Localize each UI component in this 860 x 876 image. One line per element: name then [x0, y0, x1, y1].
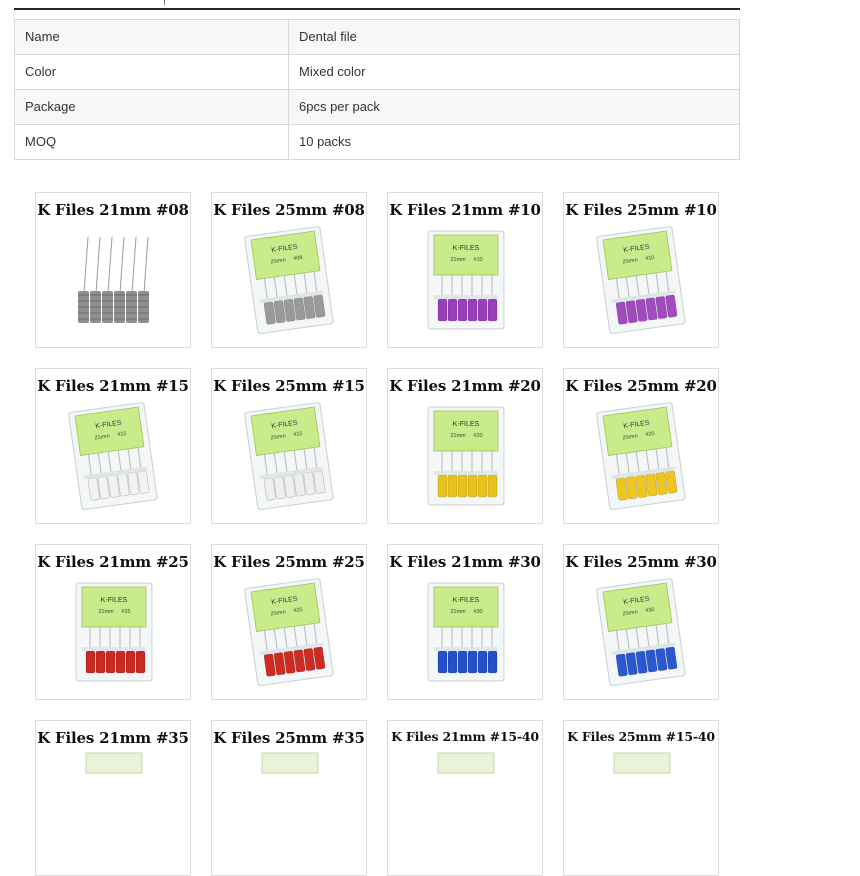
svg-text:#30: #30: [645, 607, 655, 614]
product-image: K-FILES25mm #10: [596, 226, 686, 335]
product-card[interactable]: K Files 21mm #08: [35, 192, 191, 348]
product-card[interactable]: K Files 21mm #20 K-FILES 21mm #20: [387, 368, 543, 524]
product-card[interactable]: K Files 21mm #10 K-FILES 21mm #10: [387, 192, 543, 348]
svg-text:21mm: 21mm: [450, 609, 466, 615]
svg-text:21mm: 21mm: [98, 609, 114, 615]
product-image: [261, 752, 319, 774]
table-row: Package 6pcs per pack: [14, 89, 740, 125]
svg-text:#10: #10: [645, 255, 655, 262]
product-image: [437, 752, 495, 774]
product-card[interactable]: K Files 25mm #10 K-FILES 25mm #10: [563, 192, 719, 348]
spec-value: Dental file: [288, 19, 740, 55]
product-card[interactable]: K Files 21mm #15-40: [387, 720, 543, 876]
spec-key: Color: [14, 54, 289, 90]
svg-text:#20: #20: [645, 431, 655, 438]
product-card[interactable]: K Files 25mm #35: [211, 720, 367, 876]
product-card[interactable]: K Files 25mm #30 K-FILES 25mm #30: [563, 544, 719, 700]
product-image: K-FILES25mm #08: [244, 226, 334, 335]
svg-text:#08: #08: [293, 255, 303, 262]
product-image: K-FILES 21mm #30: [427, 582, 505, 682]
spec-key: Package: [14, 89, 289, 125]
product-card[interactable]: K Files 25mm #25 K-FILES 25mm #25: [211, 544, 367, 700]
svg-text:#25: #25: [293, 607, 303, 614]
product-card[interactable]: K Files 25mm #15-40: [563, 720, 719, 876]
product-image: K-FILES25mm #25: [244, 578, 334, 687]
product-card[interactable]: K Files 21mm #15 K-FILES 21mm #15: [35, 368, 191, 524]
product-image: K-FILES25mm #15: [244, 402, 334, 511]
svg-text:#15: #15: [293, 431, 303, 438]
spec-key: Name: [14, 19, 289, 55]
svg-text:21mm: 21mm: [450, 257, 466, 263]
product-card[interactable]: K Files 21mm #35: [35, 720, 191, 876]
product-image: K-FILES 21mm #20: [427, 406, 505, 506]
svg-text:#15: #15: [117, 431, 127, 438]
svg-text:K-FILES: K-FILES: [453, 421, 480, 428]
svg-text:21mm: 21mm: [450, 433, 466, 439]
section-divider: [14, 8, 740, 10]
table-row: Color Mixed color: [14, 54, 740, 90]
svg-text:#25: #25: [121, 609, 130, 615]
svg-text:#20: #20: [473, 433, 482, 439]
table-row: Name Dental file: [14, 19, 740, 55]
product-card[interactable]: K Files 25mm #08 K-FILES 25mm #08: [211, 192, 367, 348]
product-image: [78, 236, 149, 323]
product-image: K-FILES 21mm #10: [427, 230, 505, 330]
product-card[interactable]: K Files 21mm #25 K-FILES 21mm #25: [35, 544, 191, 700]
product-image: K-FILES21mm #15: [68, 402, 158, 511]
table-row: MOQ 10 packs: [14, 124, 740, 160]
product-image: K-FILES25mm #20: [596, 402, 686, 511]
spec-value: 6pcs per pack: [288, 89, 740, 125]
svg-text:K-FILES: K-FILES: [101, 597, 128, 604]
svg-text:#10: #10: [473, 257, 482, 263]
spec-key: MOQ: [14, 124, 289, 160]
product-card[interactable]: K Files 25mm #20 K-FILES 25mm #20: [563, 368, 719, 524]
svg-text:K-FILES: K-FILES: [453, 245, 480, 252]
spec-value: 10 packs: [288, 124, 740, 160]
product-image: K-FILES25mm #30: [596, 578, 686, 687]
product-card[interactable]: K Files 21mm #30 K-FILES 21mm #30: [387, 544, 543, 700]
product-card[interactable]: K Files 25mm #15 K-FILES 25mm #15: [211, 368, 367, 524]
product-image: K-FILES 21mm #25: [75, 582, 153, 682]
spec-value: Mixed color: [288, 54, 740, 90]
svg-text:#30: #30: [473, 609, 482, 615]
product-image: [85, 752, 143, 774]
spec-table: Name Dental file Color Mixed color Packa…: [14, 19, 740, 160]
svg-text:K-FILES: K-FILES: [453, 597, 480, 604]
divider-tick: [164, 0, 165, 5]
product-image: [613, 752, 671, 774]
